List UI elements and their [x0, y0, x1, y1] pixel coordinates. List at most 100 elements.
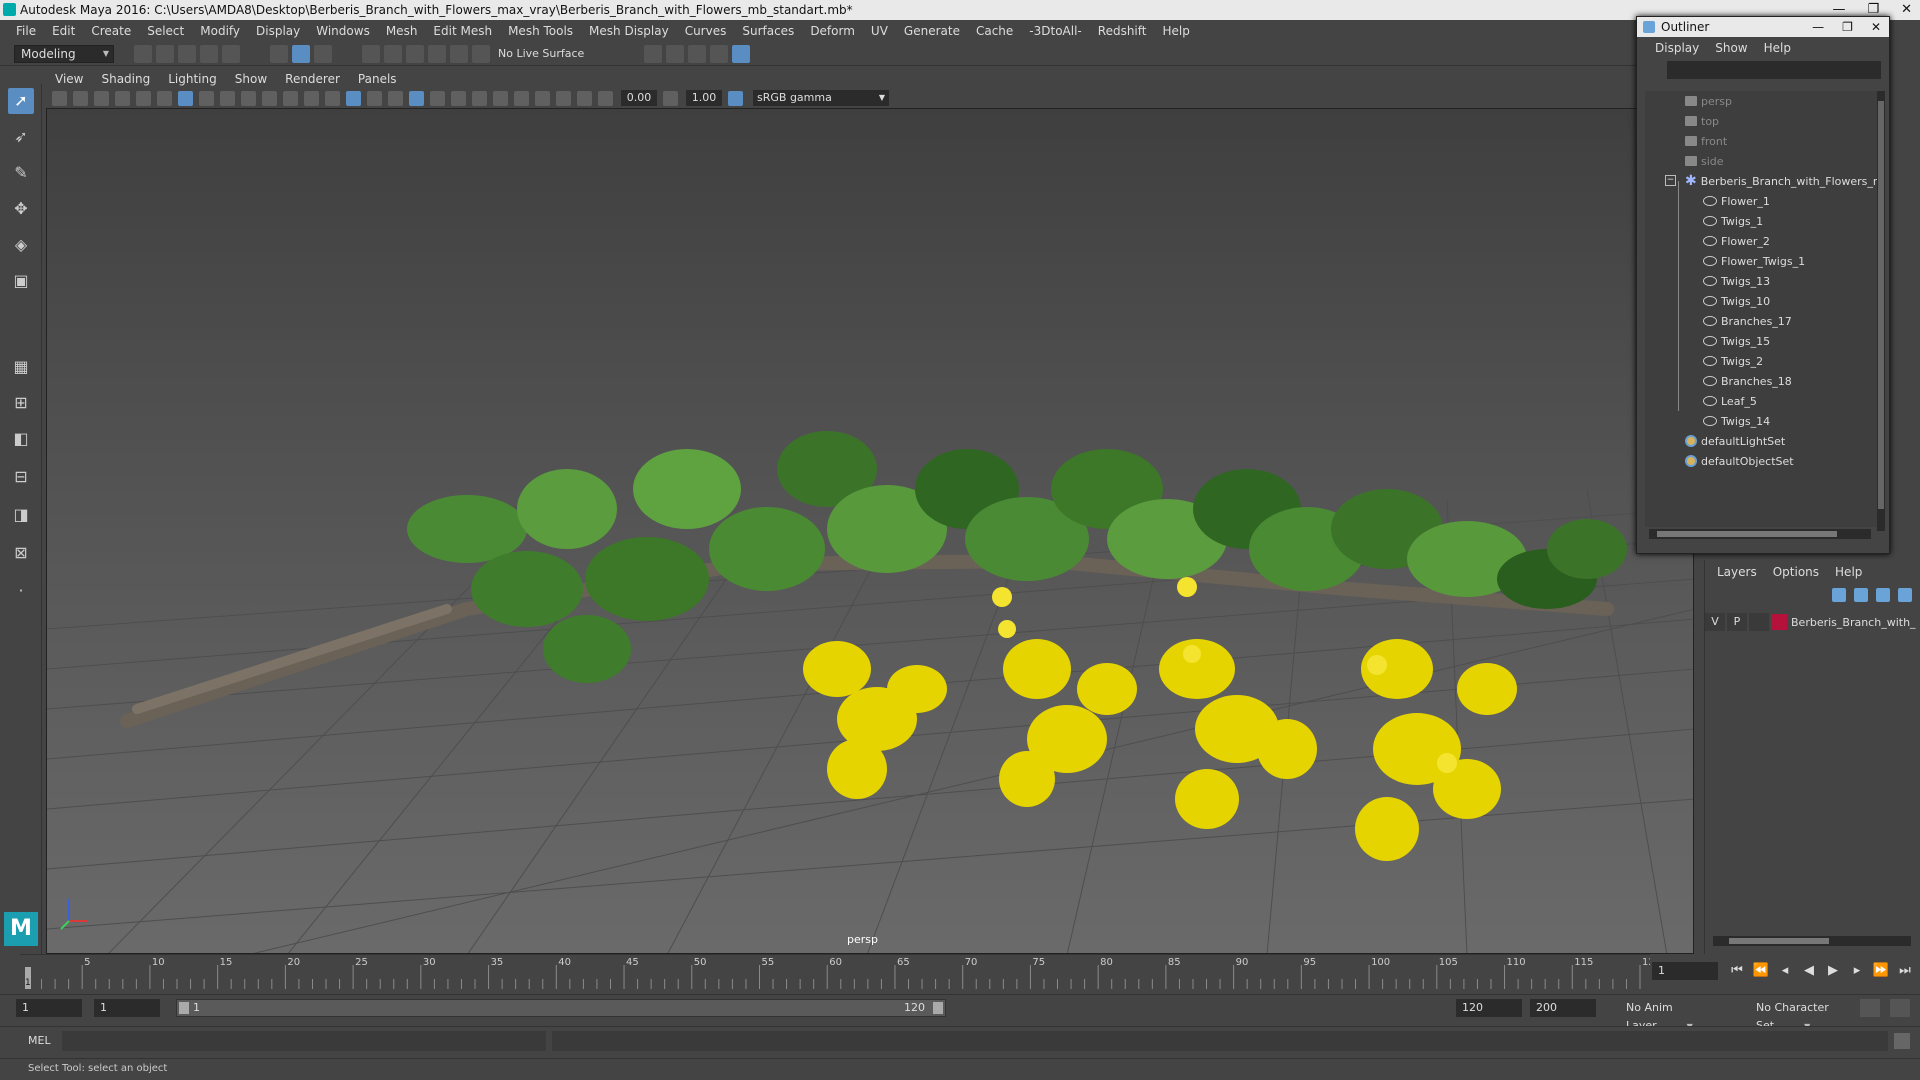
menu-modify[interactable]: Modify [192, 24, 248, 38]
menu-3dtoall[interactable]: -3DtoAll- [1021, 24, 1089, 38]
magnet-icon[interactable] [472, 44, 490, 63]
menu-redshift[interactable]: Redshift [1090, 24, 1155, 38]
layer-display-type-toggle[interactable] [1749, 613, 1769, 631]
exposure-icon[interactable] [598, 90, 613, 106]
step-forward-frame-icon[interactable]: ▸ [1848, 962, 1866, 980]
move-layer-up-icon[interactable] [1832, 588, 1846, 602]
outliner-item-twigs-15[interactable]: Twigs_15 [1645, 331, 1881, 351]
menu-set-dropdown[interactable]: Modeling [14, 44, 114, 63]
panel-menu-show[interactable]: Show [226, 72, 276, 86]
layer-menu-help[interactable]: Help [1827, 565, 1870, 579]
shadows-icon[interactable] [451, 90, 466, 106]
layer-menu-layers[interactable]: Layers [1709, 565, 1765, 579]
hypershade-icon[interactable] [732, 44, 751, 63]
outliner-menu-display[interactable]: Display [1647, 41, 1707, 55]
outliner-window[interactable]: Outliner — ❐ ✕ Display Show Help persp top f… [1636, 16, 1890, 554]
scale-tool-icon[interactable]: ▣ [8, 268, 34, 294]
menu-select[interactable]: Select [139, 24, 192, 38]
snap-curve-icon[interactable] [384, 44, 402, 63]
close-button[interactable]: ✕ [1901, 0, 1912, 20]
paint-select-tool-icon[interactable]: ✎ [8, 160, 34, 186]
new-empty-layer-icon[interactable] [1876, 588, 1890, 602]
field-chart-icon[interactable] [262, 90, 277, 106]
menu-edit[interactable]: Edit [44, 24, 83, 38]
outliner-minimize-button[interactable]: — [1812, 17, 1824, 37]
layer-name[interactable]: Berberis_Branch_with_ [1791, 616, 1916, 629]
outliner-horizontal-scrollbar[interactable] [1649, 529, 1871, 539]
range-start-handle[interactable] [179, 1002, 189, 1014]
time-slider[interactable]: 5 10 15 20 25 30 35 40 45 50 55 60 65 70 75 80 85 90 95 100… [20, 954, 1650, 989]
animation-preferences-icon[interactable] [1890, 999, 1910, 1017]
outliner-item-twigs-14[interactable]: Twigs_14 [1645, 411, 1881, 431]
save-scene-icon[interactable] [178, 44, 196, 63]
menu-file[interactable]: File [8, 24, 44, 38]
render-frame-icon[interactable] [666, 44, 685, 63]
persp-graph-layout-icon[interactable]: ⊟ [8, 464, 34, 490]
outliner-menu-help[interactable]: Help [1756, 41, 1799, 55]
four-view-layout-icon[interactable]: ⊞ [8, 390, 34, 416]
panel-menu-lighting[interactable]: Lighting [159, 72, 226, 86]
playback-start-field[interactable]: 1 [94, 999, 160, 1017]
menu-uv[interactable]: UV [863, 24, 896, 38]
outliner-item-leaf-5[interactable]: Leaf_5 [1645, 391, 1881, 411]
menu-surfaces[interactable]: Surfaces [734, 24, 802, 38]
animation-start-field[interactable]: 1 [16, 999, 82, 1017]
xray-icon[interactable] [388, 90, 403, 106]
outliner-item-flower-twigs-1[interactable]: Flower_Twigs_1 [1645, 251, 1881, 271]
move-tool-icon[interactable]: ✥ [8, 196, 34, 222]
character-set-dropdown[interactable]: No Character Set [1750, 999, 1870, 1032]
gate-mask-icon[interactable] [241, 90, 256, 106]
render-view-icon[interactable] [644, 44, 663, 63]
select-tool-icon[interactable]: ➚ [8, 88, 34, 114]
panel-menu-shading[interactable]: Shading [92, 72, 159, 86]
new-layer-selected-icon[interactable] [1898, 588, 1912, 602]
command-language-label[interactable]: MEL [28, 1034, 51, 1047]
outliner-item-twigs-1[interactable]: Twigs_1 [1645, 211, 1881, 231]
select-hierarchy-icon[interactable] [270, 44, 288, 63]
render-settings-icon[interactable] [710, 44, 729, 63]
open-scene-icon[interactable] [156, 44, 174, 63]
layer-visibility-toggle[interactable]: V [1705, 613, 1725, 631]
panel-menu-view[interactable]: View [46, 72, 92, 86]
xray-active-icon[interactable] [577, 90, 592, 106]
outliner-item-persp[interactable]: persp [1645, 91, 1881, 111]
live-surface-label[interactable]: No Live Surface [498, 47, 584, 60]
step-back-key-icon[interactable]: ⏪ [1752, 962, 1770, 980]
film-gate-icon[interactable] [199, 90, 214, 106]
uv-editor-layout-icon[interactable]: ⊠ [8, 540, 34, 566]
layer-horizontal-scrollbar[interactable] [1713, 936, 1911, 946]
smooth-shade-icon[interactable] [346, 90, 361, 106]
play-forwards-icon[interactable]: ▶ [1824, 962, 1842, 980]
new-scene-icon[interactable] [134, 44, 152, 63]
xray-joints-icon[interactable] [556, 90, 571, 106]
menu-edit-mesh[interactable]: Edit Mesh [425, 24, 500, 38]
menu-help[interactable]: Help [1154, 24, 1197, 38]
select-object-icon[interactable] [292, 44, 310, 63]
menu-mesh-tools[interactable]: Mesh Tools [500, 24, 581, 38]
outliner-close-button[interactable]: ✕ [1871, 17, 1881, 37]
grease-pencil-icon[interactable] [157, 90, 172, 106]
layer-menu-options[interactable]: Options [1765, 565, 1827, 579]
view-transform-dropdown[interactable]: sRGB gamma [753, 90, 889, 106]
panel-menu-panels[interactable]: Panels [349, 72, 406, 86]
outliner-item-defaultobjectset[interactable]: defaultObjectSet [1645, 451, 1881, 471]
more-layouts-icon[interactable]: · [8, 578, 34, 604]
anim-layer-dropdown[interactable]: No Anim Layer [1620, 999, 1742, 1032]
playback-end-field[interactable]: 120 [1456, 999, 1522, 1017]
ipr-render-icon[interactable] [688, 44, 707, 63]
outliner-maximize-button[interactable]: ❐ [1842, 17, 1853, 37]
exposure-field[interactable]: 0.00 [621, 90, 657, 106]
outliner-item-flower-1[interactable]: Flower_1 [1645, 191, 1881, 211]
play-backwards-icon[interactable]: ◀ [1800, 962, 1818, 980]
current-frame-field[interactable]: 1 [1652, 962, 1718, 980]
outliner-item-branches-18[interactable]: Branches_18 [1645, 371, 1881, 391]
layer-row[interactable]: V P Berberis_Branch_with_ [1705, 612, 1918, 632]
snap-live-icon[interactable] [450, 44, 468, 63]
bookmark-icon[interactable] [94, 90, 109, 106]
outliner-item-flower-2[interactable]: Flower_2 [1645, 231, 1881, 251]
menu-display[interactable]: Display [248, 24, 308, 38]
step-back-frame-icon[interactable]: ◂ [1776, 962, 1794, 980]
range-slider[interactable]: 1 120 [176, 999, 946, 1017]
collapse-icon[interactable]: − [1665, 175, 1676, 186]
panel-menu-renderer[interactable]: Renderer [276, 72, 349, 86]
